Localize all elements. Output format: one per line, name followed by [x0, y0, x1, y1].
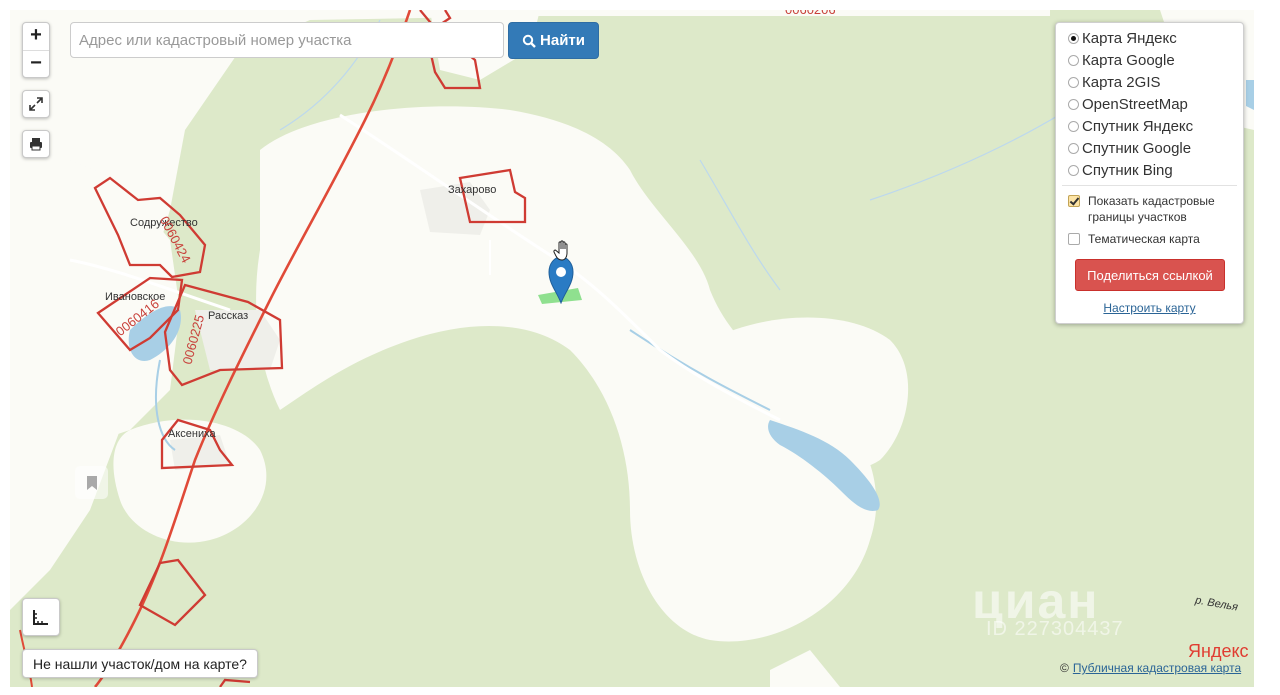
yandex-logo: Яндекс	[1188, 641, 1249, 661]
place-label-rasskoe: Рассказ	[208, 310, 249, 322]
configure-map-link[interactable]: Настроить карту	[1056, 301, 1243, 315]
ruler-icon	[33, 610, 48, 625]
layer-option-google-satellite[interactable]: Спутник Google	[1068, 138, 1191, 158]
zoom-in-button[interactable]: +	[23, 23, 49, 50]
radio-button[interactable]	[1068, 54, 1079, 66]
show-cadastral-option[interactable]: Показать кадастровые границы участков	[1068, 193, 1236, 225]
search-icon	[522, 34, 536, 48]
parcel-boundary	[138, 558, 207, 627]
radio-button[interactable]	[1068, 98, 1079, 110]
copyright-sign: ©	[1060, 661, 1069, 675]
not-found-button[interactable]: Не нашли участок/дом на карте?	[22, 649, 258, 678]
minor-road	[699, 159, 781, 291]
radio-button[interactable]	[1068, 76, 1079, 88]
layer-option-label: Спутник Bing	[1082, 161, 1173, 179]
parcel-number-label: 0060206	[785, 10, 836, 17]
layer-option-label: Спутник Google	[1082, 139, 1192, 157]
radio-button[interactable]	[1068, 32, 1079, 44]
share-link-button[interactable]: Поделиться ссылкой	[1075, 259, 1225, 291]
find-button-label: Найти	[540, 32, 585, 49]
copyright: © Публичная кадастровая карта	[1060, 661, 1241, 675]
parcel-boundary	[219, 678, 251, 687]
layer-option-yandex-map[interactable]: Карта Яндекс	[1068, 28, 1177, 48]
layer-option-label: OpenStreetMap	[1082, 95, 1188, 113]
zoom-control: + −	[22, 22, 50, 78]
find-button[interactable]: Найти	[508, 22, 599, 59]
search-input[interactable]	[70, 22, 504, 58]
layer-option-openstreetmap[interactable]: OpenStreetMap	[1068, 94, 1188, 114]
bookmark-button[interactable]	[75, 466, 108, 499]
print-icon	[30, 138, 42, 151]
layer-option-label: Карта Яндекс	[1082, 29, 1177, 47]
show-cadastral-label: Показать кадастровые границы участков	[1088, 194, 1215, 224]
map-layers-panel: Карта Яндекс Карта Google Карта 2GIS Ope…	[1055, 22, 1244, 324]
place-label-zakharovo: Захарово	[448, 184, 497, 196]
panel-divider	[1062, 185, 1237, 186]
radio-button[interactable]	[1068, 142, 1079, 154]
layer-option-2gis-map[interactable]: Карта 2GIS	[1068, 72, 1161, 92]
lake	[1246, 80, 1254, 110]
layer-option-label: Карта Google	[1082, 51, 1175, 69]
cian-watermark-id: ID 227304437	[986, 618, 1124, 640]
print-button[interactable]	[22, 130, 50, 158]
layer-option-bing-satellite[interactable]: Спутник Bing	[1068, 160, 1173, 180]
zoom-out-button[interactable]: −	[23, 50, 49, 78]
radio-button[interactable]	[1068, 164, 1079, 176]
thematic-map-label: Тематическая карта	[1088, 232, 1200, 246]
hand-cursor-icon	[553, 240, 568, 261]
radio-button[interactable]	[1068, 120, 1079, 132]
place-label-akseniha: Аксениха	[168, 428, 216, 440]
bookmark-icon	[86, 475, 97, 490]
checkbox[interactable]	[1068, 195, 1080, 207]
fullscreen-button[interactable]	[22, 90, 50, 118]
layer-option-yandex-satellite[interactable]: Спутник Яндекс	[1068, 116, 1193, 136]
field-area	[770, 650, 840, 687]
layer-option-label: Карта 2GIS	[1082, 73, 1161, 91]
thematic-map-option[interactable]: Тематическая карта	[1068, 231, 1236, 247]
expand-icon	[29, 97, 43, 111]
ruler-button[interactable]	[22, 598, 60, 636]
layer-option-label: Спутник Яндекс	[1082, 117, 1194, 135]
public-cadastral-map-link[interactable]: Публичная кадастровая карта	[1073, 661, 1241, 675]
checkbox[interactable]	[1068, 233, 1080, 245]
layer-option-google-map[interactable]: Карта Google	[1068, 50, 1175, 70]
